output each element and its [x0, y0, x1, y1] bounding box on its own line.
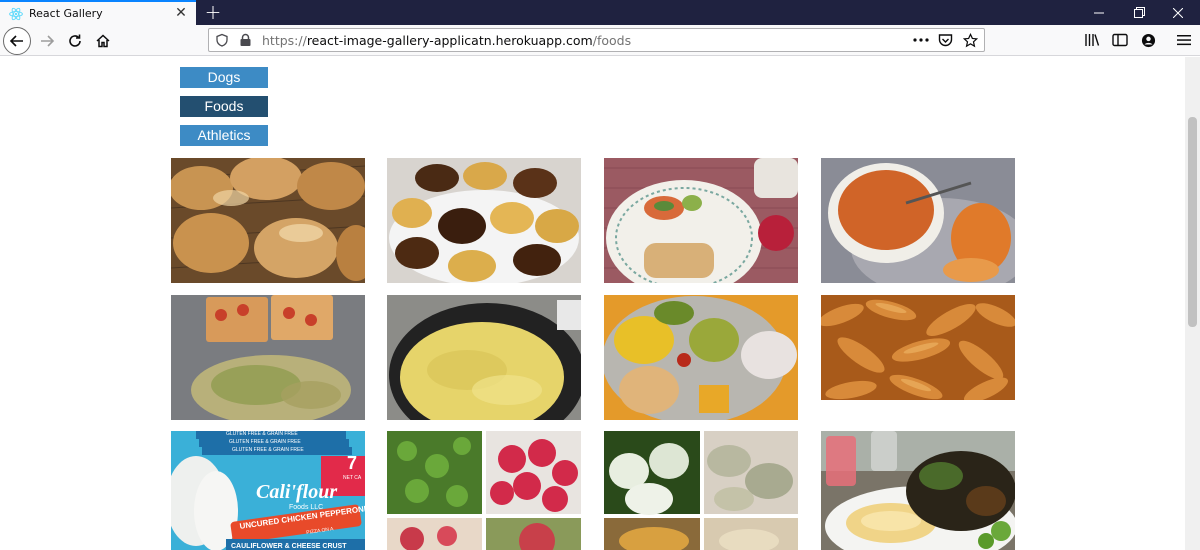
cauliflower-pizza-box-photo[interactable]: GLUTEN FREE & GRAIN FREE GLUTEN FREE & G…: [171, 431, 365, 550]
tab-react-gallery[interactable]: React Gallery ✕: [0, 0, 196, 25]
navigation-toolbar: https://react-image-gallery-applicatn.he…: [0, 25, 1200, 56]
more-icon[interactable]: [913, 32, 929, 48]
packaging-badge-number: 7: [347, 453, 358, 473]
close-window-icon[interactable]: [1160, 0, 1196, 25]
url-scheme: https://: [262, 33, 307, 48]
chocolate-madeleines-photo[interactable]: [387, 158, 581, 283]
salad-and-soup-photo[interactable]: [821, 431, 1015, 550]
restore-window-icon[interactable]: [1121, 0, 1157, 25]
thali-plate-photo[interactable]: [604, 295, 798, 420]
forward-arrow-icon[interactable]: [33, 27, 61, 55]
page-scrollbar[interactable]: [1185, 57, 1200, 550]
home-icon[interactable]: [89, 27, 117, 55]
minimize-window-icon[interactable]: [1081, 0, 1117, 25]
url-bar[interactable]: https://react-image-gallery-applicatn.he…: [208, 28, 985, 52]
scrollbar-thumb[interactable]: [1188, 117, 1197, 327]
packaging-brand: Cali'flour: [256, 481, 338, 503]
star-icon[interactable]: [962, 32, 978, 48]
nav-button-dogs[interactable]: Dogs: [180, 67, 268, 88]
herbs-raspberries-collage-photo[interactable]: [387, 431, 581, 550]
new-tab-icon[interactable]: +: [203, 2, 223, 22]
pocket-icon[interactable]: [937, 32, 953, 48]
url-path: /foods: [592, 33, 632, 48]
library-icon[interactable]: [1083, 31, 1101, 49]
packaging-badge-text: NET CA: [343, 475, 362, 481]
hamburger-icon[interactable]: [1175, 31, 1193, 49]
eggplant-collage-photo[interactable]: [604, 431, 798, 550]
lock-icon[interactable]: [237, 32, 253, 48]
category-nav: Dogs Foods Athletics: [180, 67, 268, 154]
nav-button-athletics[interactable]: Athletics: [180, 125, 268, 146]
url-text: https://react-image-gallery-applicatn.he…: [262, 33, 631, 48]
packaging-banner-2: GLUTEN FREE & GRAIN FREE: [229, 439, 301, 445]
close-tab-icon[interactable]: ✕: [174, 6, 188, 20]
omelette-pan-photo[interactable]: [387, 295, 581, 420]
url-host: react-image-gallery-applicatn.herokuapp.…: [306, 33, 593, 48]
sidebar-icon[interactable]: [1111, 31, 1129, 49]
react-logo-icon: [8, 6, 24, 22]
tab-title: React Gallery: [29, 7, 103, 20]
tab-strip: React Gallery ✕ +: [0, 0, 1200, 25]
potato-wedges-photo[interactable]: [821, 295, 1015, 400]
packaging-banner: GLUTEN FREE & GRAIN FREE: [226, 431, 298, 437]
info-icon[interactable]: [214, 32, 230, 48]
glazed-pastries-photo[interactable]: [171, 158, 365, 283]
page-content: Dogs Foods Athletics GLUTEN FREE & GRAIN…: [0, 57, 1185, 550]
breakfast-plate-photo[interactable]: [604, 158, 798, 283]
back-arrow-icon[interactable]: [3, 27, 31, 55]
packaging-banner-3: GLUTEN FREE & GRAIN FREE: [232, 447, 304, 453]
reload-icon[interactable]: [61, 27, 89, 55]
packaging-crust: CAULIFLOWER & CHEESE CRUST: [231, 543, 347, 550]
nav-button-foods[interactable]: Foods: [180, 96, 268, 117]
tomato-soup-photo[interactable]: [821, 158, 1015, 283]
account-icon[interactable]: [1139, 31, 1157, 49]
pizza-and-pasta-photo[interactable]: [171, 295, 365, 420]
